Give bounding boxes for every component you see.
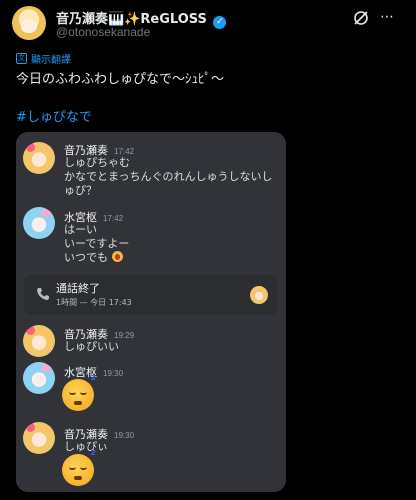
sleeping-face-icon: z [62, 373, 96, 411]
avatar [23, 362, 55, 394]
grok-icon[interactable] [352, 9, 370, 27]
sleep-z-mark: z [90, 373, 96, 383]
message-time: 19:30 [114, 431, 135, 440]
message-time: 19:29 [114, 331, 135, 340]
message-text: しゅぴぃ [64, 440, 108, 453]
message-time: 17:42 [114, 147, 135, 156]
verified-badge-icon: ✓ [213, 16, 227, 29]
message-text: いーですよー [64, 237, 130, 250]
call-ended-card: 通話終了 1時間 — 今日 17:43 [24, 275, 278, 315]
message-text: いつでも [64, 251, 123, 265]
post-text: 今日のふわふわしゅぴなで〜ｼｭﾋﾟ～ [16, 72, 225, 87]
post-media-chat-screenshot[interactable]: 音乃瀬奏 17:42 しゅぴちゃむ かなでとまっちんぐのれんしゅうしないし ゅぴ？… [16, 132, 286, 492]
message-text: しゅぴちゃむ [64, 156, 130, 169]
author-handle[interactable]: @otonosekanade [56, 25, 150, 39]
message-text: はーい [64, 223, 97, 236]
post-header: 音乃瀬奏🎹✨ReGLOSS ✓ @otonosekanade ⋯ [12, 6, 404, 42]
message-text: かなでとまっちんぐのれんしゅうしないし [64, 170, 273, 183]
sleeping-face-icon: z [62, 448, 96, 486]
message-text: しゅぴいい [64, 340, 119, 353]
call-detail: 1時間 — 今日 17:43 [56, 298, 132, 307]
translate-link[interactable]: 文 顯示翻譯 [16, 51, 71, 66]
avatar [250, 286, 268, 304]
message-time: 19:30 [103, 369, 124, 378]
avatar [23, 325, 55, 357]
message-time: 17:42 [103, 214, 124, 223]
author-avatar[interactable] [12, 6, 46, 40]
translate-label: 顯示翻譯 [31, 55, 71, 66]
hashtag-link[interactable]: #しゅぴなで [16, 106, 92, 125]
avatar [23, 142, 55, 174]
emoji-icon [111, 251, 123, 262]
avatar [23, 422, 55, 454]
call-title: 通話終了 [56, 282, 100, 295]
sleep-z-mark: z [90, 448, 96, 458]
phone-icon [36, 287, 50, 305]
translate-icon: 文 [16, 53, 27, 64]
message-text: ゅぴ？ [64, 184, 97, 197]
avatar [23, 207, 55, 239]
message-text-segment: いつでも [64, 251, 108, 264]
more-icon[interactable]: ⋯ [380, 7, 400, 27]
